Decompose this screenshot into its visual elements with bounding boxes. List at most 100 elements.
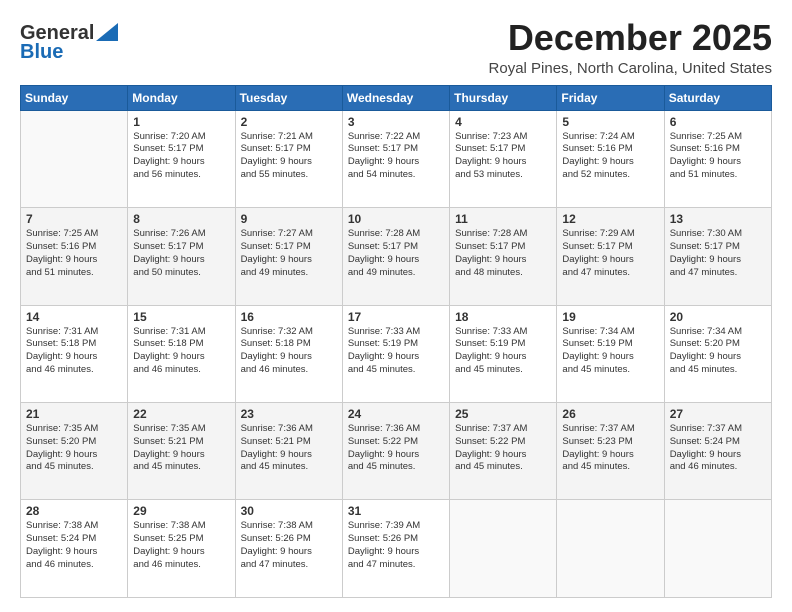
cell-info: Sunrise: 7:37 AM Sunset: 5:22 PM Dayligh… — [455, 423, 551, 474]
month-year: December 2025 — [489, 18, 772, 58]
cell-info: Sunrise: 7:31 AM Sunset: 5:18 PM Dayligh… — [26, 326, 122, 377]
day-number: 13 — [670, 212, 766, 226]
day-number: 20 — [670, 310, 766, 324]
calendar-week-row: 21Sunrise: 7:35 AM Sunset: 5:20 PM Dayli… — [21, 403, 772, 500]
cell-info: Sunrise: 7:36 AM Sunset: 5:22 PM Dayligh… — [348, 423, 444, 474]
cell-info: Sunrise: 7:36 AM Sunset: 5:21 PM Dayligh… — [241, 423, 337, 474]
cell-info: Sunrise: 7:22 AM Sunset: 5:17 PM Dayligh… — [348, 131, 444, 182]
table-row: 16Sunrise: 7:32 AM Sunset: 5:18 PM Dayli… — [235, 305, 342, 402]
day-number: 7 — [26, 212, 122, 226]
table-row: 26 Sunrise: 7:37 AM Sunset: 5:23 PM Dayli… — [557, 403, 664, 500]
table-row: 18 Sunrise: 7:33 AM Sunset: 5:19 PM Dayli… — [450, 305, 557, 402]
title-block: December 2025 Royal Pines, North Carolin… — [489, 18, 772, 77]
table-row: 8 Sunrise: 7:26 AM Sunset: 5:17 PM Daylig… — [128, 208, 235, 305]
table-row: 24 Sunrise: 7:36 AM Sunset: 5:22 PM Dayli… — [342, 403, 449, 500]
table-row: 3Sunrise: 7:22 AM Sunset: 5:17 PM Daylig… — [342, 110, 449, 207]
col-friday: Friday — [557, 85, 664, 110]
calendar-header-row: Sunday Monday Tuesday Wednesday Thursday… — [21, 85, 772, 110]
day-number: 27 — [670, 407, 766, 421]
cell-info: Sunrise: 7:33 AM Sunset: 5:19 PM Dayligh… — [455, 326, 551, 377]
logo-arrow-icon — [96, 23, 118, 41]
table-row: 17 Sunrise: 7:33 AM Sunset: 5:19 PM Dayli… — [342, 305, 449, 402]
day-number: 5 — [562, 115, 658, 129]
day-number: 10 — [348, 212, 444, 226]
table-row: 11 Sunrise: 7:28 AM Sunset: 5:17 PM Dayli… — [450, 208, 557, 305]
day-number: 24 — [348, 407, 444, 421]
cell-info: Sunrise: 7:28 AM Sunset: 5:17 PM Dayligh… — [455, 228, 551, 279]
day-number: 14 — [26, 310, 122, 324]
day-number: 2 — [241, 115, 337, 129]
day-number: 1 — [133, 115, 229, 129]
col-saturday: Saturday — [664, 85, 771, 110]
table-row: 23Sunrise: 7:36 AM Sunset: 5:21 PM Dayli… — [235, 403, 342, 500]
cell-info: Sunrise: 7:35 AM Sunset: 5:21 PM Dayligh… — [133, 423, 229, 474]
day-number: 18 — [455, 310, 551, 324]
table-row: 9Sunrise: 7:27 AM Sunset: 5:17 PM Daylig… — [235, 208, 342, 305]
day-number: 17 — [348, 310, 444, 324]
cell-info: Sunrise: 7:38 AM Sunset: 5:24 PM Dayligh… — [26, 520, 122, 571]
table-row: 4 Sunrise: 7:23 AM Sunset: 5:17 PM Daylig… — [450, 110, 557, 207]
table-row: 29Sunrise: 7:38 AM Sunset: 5:25 PM Dayli… — [128, 500, 235, 598]
day-number: 8 — [133, 212, 229, 226]
table-row: 28 Sunrise: 7:38 AM Sunset: 5:24 PM Dayli… — [21, 500, 128, 598]
table-row — [450, 500, 557, 598]
location: Royal Pines, North Carolina, United Stat… — [489, 60, 772, 77]
cell-info: Sunrise: 7:23 AM Sunset: 5:17 PM Dayligh… — [455, 131, 551, 182]
cell-info: Sunrise: 7:20 AM Sunset: 5:17 PM Dayligh… — [133, 131, 229, 182]
table-row: 30Sunrise: 7:38 AM Sunset: 5:26 PM Dayli… — [235, 500, 342, 598]
calendar-week-row: 7Sunrise: 7:25 AM Sunset: 5:16 PM Daylig… — [21, 208, 772, 305]
col-wednesday: Wednesday — [342, 85, 449, 110]
table-row — [21, 110, 128, 207]
table-row: 2 Sunrise: 7:21 AM Sunset: 5:17 PM Daylig… — [235, 110, 342, 207]
cell-info: Sunrise: 7:26 AM Sunset: 5:17 PM Dayligh… — [133, 228, 229, 279]
day-number: 6 — [670, 115, 766, 129]
table-row — [664, 500, 771, 598]
cell-info: Sunrise: 7:35 AM Sunset: 5:20 PM Dayligh… — [26, 423, 122, 474]
cell-info: Sunrise: 7:37 AM Sunset: 5:23 PM Dayligh… — [562, 423, 658, 474]
table-row: 15Sunrise: 7:31 AM Sunset: 5:18 PM Dayli… — [128, 305, 235, 402]
day-number: 11 — [455, 212, 551, 226]
cell-info: Sunrise: 7:27 AM Sunset: 5:17 PM Dayligh… — [241, 228, 337, 279]
calendar-week-row: 28 Sunrise: 7:38 AM Sunset: 5:24 PM Dayli… — [21, 500, 772, 598]
cell-info: Sunrise: 7:33 AM Sunset: 5:19 PM Dayligh… — [348, 326, 444, 377]
cell-info: Sunrise: 7:30 AM Sunset: 5:17 PM Dayligh… — [670, 228, 766, 279]
day-number: 12 — [562, 212, 658, 226]
day-number: 22 — [133, 407, 229, 421]
cell-info: Sunrise: 7:31 AM Sunset: 5:18 PM Dayligh… — [133, 326, 229, 377]
table-row: 13 Sunrise: 7:30 AM Sunset: 5:17 PM Dayli… — [664, 208, 771, 305]
table-row: 10Sunrise: 7:28 AM Sunset: 5:17 PM Dayli… — [342, 208, 449, 305]
day-number: 4 — [455, 115, 551, 129]
table-row: 31Sunrise: 7:39 AM Sunset: 5:26 PM Dayli… — [342, 500, 449, 598]
cell-info: Sunrise: 7:37 AM Sunset: 5:24 PM Dayligh… — [670, 423, 766, 474]
table-row: 22 Sunrise: 7:35 AM Sunset: 5:21 PM Dayli… — [128, 403, 235, 500]
col-tuesday: Tuesday — [235, 85, 342, 110]
col-monday: Monday — [128, 85, 235, 110]
cell-info: Sunrise: 7:38 AM Sunset: 5:26 PM Dayligh… — [241, 520, 337, 571]
cell-info: Sunrise: 7:34 AM Sunset: 5:20 PM Dayligh… — [670, 326, 766, 377]
table-row: 6 Sunrise: 7:25 AM Sunset: 5:16 PM Daylig… — [664, 110, 771, 207]
cell-info: Sunrise: 7:25 AM Sunset: 5:16 PM Dayligh… — [670, 131, 766, 182]
table-row: 27 Sunrise: 7:37 AM Sunset: 5:24 PM Dayli… — [664, 403, 771, 500]
table-row: 12 Sunrise: 7:29 AM Sunset: 5:17 PM Dayli… — [557, 208, 664, 305]
table-row — [557, 500, 664, 598]
calendar-week-row: 1 Sunrise: 7:20 AM Sunset: 5:17 PM Daylig… — [21, 110, 772, 207]
cell-info: Sunrise: 7:24 AM Sunset: 5:16 PM Dayligh… — [562, 131, 658, 182]
cell-info: Sunrise: 7:29 AM Sunset: 5:17 PM Dayligh… — [562, 228, 658, 279]
day-number: 19 — [562, 310, 658, 324]
table-row: 21Sunrise: 7:35 AM Sunset: 5:20 PM Dayli… — [21, 403, 128, 500]
day-number: 25 — [455, 407, 551, 421]
day-number: 28 — [26, 504, 122, 518]
table-row: 5 Sunrise: 7:24 AM Sunset: 5:16 PM Daylig… — [557, 110, 664, 207]
calendar-week-row: 14 Sunrise: 7:31 AM Sunset: 5:18 PM Dayli… — [21, 305, 772, 402]
day-number: 31 — [348, 504, 444, 518]
day-number: 16 — [241, 310, 337, 324]
logo: General Blue — [20, 18, 118, 64]
table-row: 25 Sunrise: 7:37 AM Sunset: 5:22 PM Dayli… — [450, 403, 557, 500]
cell-info: Sunrise: 7:21 AM Sunset: 5:17 PM Dayligh… — [241, 131, 337, 182]
col-thursday: Thursday — [450, 85, 557, 110]
calendar-table: Sunday Monday Tuesday Wednesday Thursday… — [20, 85, 772, 598]
cell-info: Sunrise: 7:38 AM Sunset: 5:25 PM Dayligh… — [133, 520, 229, 571]
day-number: 26 — [562, 407, 658, 421]
table-row: 7Sunrise: 7:25 AM Sunset: 5:16 PM Daylig… — [21, 208, 128, 305]
table-row: 1 Sunrise: 7:20 AM Sunset: 5:17 PM Daylig… — [128, 110, 235, 207]
